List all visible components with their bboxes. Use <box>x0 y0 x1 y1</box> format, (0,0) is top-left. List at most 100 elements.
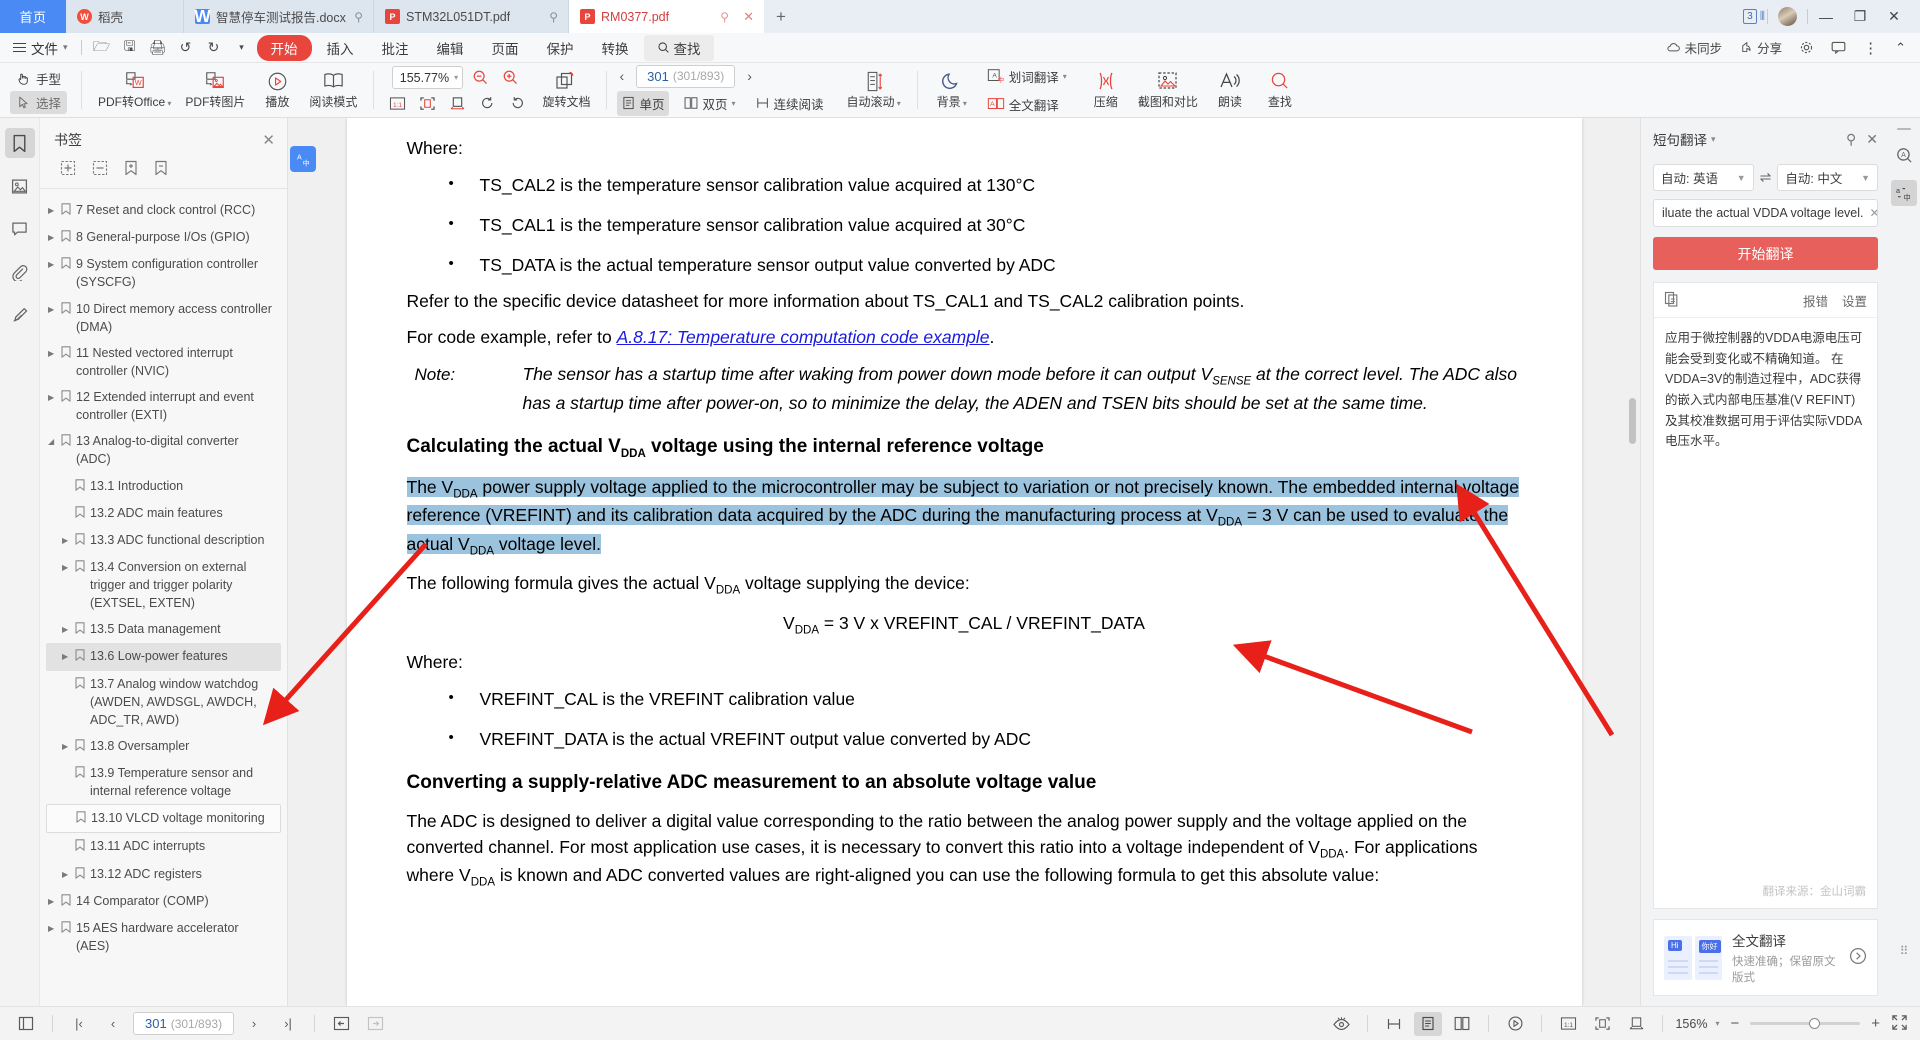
copy-icon[interactable] <box>1664 291 1679 310</box>
fit-page-button[interactable] <box>414 92 440 114</box>
play-button[interactable]: 播放 <box>253 68 301 112</box>
close-panel-icon[interactable]: ✕ <box>262 131 275 149</box>
tab-rm0377-active[interactable]: P RM0377.pdf ⚲ ✕ <box>569 0 764 33</box>
bookmark-item[interactable]: ▶ 10 Direct memory access controller (DMA… <box>46 296 281 340</box>
first-page-button[interactable]: |‹ <box>65 1012 93 1036</box>
actual-size-button[interactable]: 1:1 <box>384 92 410 114</box>
open-folder-icon[interactable]: 🗁 <box>89 36 115 60</box>
bookmark-item[interactable]: ▶ 13.12 ADC registers <box>46 861 281 888</box>
next-page-icon[interactable]: › <box>745 68 754 84</box>
tab-start[interactable]: 开始 <box>256 34 312 61</box>
pin-icon[interactable]: ⚲ <box>549 10 558 24</box>
tab-page[interactable]: 页面 <box>479 35 532 61</box>
rail-bookmarks[interactable] <box>4 128 35 158</box>
toggle-sidebar-button[interactable] <box>12 1012 40 1036</box>
mini-rail-more-icon[interactable]: ⠿ <box>1900 944 1909 958</box>
bookmark-item[interactable]: ◢ 13 Analog-to-digital converter (ADC) <box>46 428 281 472</box>
background-button[interactable]: 背景 ▾ <box>928 68 976 112</box>
page-number-field[interactable]: 301 (301/893) <box>636 64 736 88</box>
status-page-field[interactable]: 301 (301/893) <box>133 1012 235 1035</box>
bookmark-item[interactable]: ▶ 13.8 Oversampler <box>46 733 281 760</box>
rail-comments[interactable] <box>5 214 35 244</box>
compress-button[interactable]: 压缩 <box>1082 68 1130 112</box>
chevron-right-icon[interactable]: ▶ <box>48 892 57 908</box>
more-options-icon[interactable]: ⋮ <box>1856 36 1885 60</box>
continuous-view-button[interactable] <box>1380 1012 1408 1036</box>
prev-page-icon[interactable]: ‹ <box>617 68 626 84</box>
file-menu[interactable]: 文件 ▾ <box>7 38 74 58</box>
pin-icon[interactable]: ⚲ <box>720 10 729 24</box>
rotate-document-button[interactable]: 旋转文档 <box>536 68 596 112</box>
status-zoom-value[interactable]: 156% <box>1675 1017 1707 1031</box>
feedback-button[interactable] <box>1824 38 1853 57</box>
chevron-down-icon[interactable]: ▾ <box>1711 134 1716 145</box>
translate-settings-button[interactable]: 设置 <box>1842 291 1867 310</box>
bookmark-item[interactable]: ▶ 13.5 Data management <box>46 616 281 643</box>
bookmark-item[interactable]: ▶ 15 AES hardware accelerator (AES) <box>46 915 281 959</box>
undo-icon[interactable]: ↺ <box>173 36 199 60</box>
close-panel-icon[interactable]: ✕ <box>1866 131 1878 148</box>
chevron-right-icon[interactable]: ▶ <box>62 558 71 574</box>
bookmark-item[interactable]: 13.9 Temperature sensor and internal ref… <box>46 760 281 804</box>
auto-scroll-button[interactable]: 自动滚动 ▾ <box>841 68 907 112</box>
chevron-right-icon[interactable]: ▶ <box>48 300 57 316</box>
hand-tool[interactable]: 手型 <box>10 67 67 90</box>
add-bookmark-icon[interactable] <box>124 160 138 179</box>
chevron-right-icon[interactable]: ▶ <box>48 228 57 244</box>
mini-rail-translate[interactable]: a 中 <box>1891 180 1917 206</box>
prev-page-button[interactable]: ‹ <box>99 1012 127 1036</box>
mini-rail-search[interactable]: A <box>1891 142 1917 168</box>
tab-find[interactable]: 查找 <box>643 34 714 61</box>
print-icon[interactable]: 🖨 <box>145 36 171 60</box>
restore-button[interactable]: ❐ <box>1844 0 1876 33</box>
fit-page-status-button[interactable] <box>1588 1012 1616 1036</box>
zoom-slider[interactable] <box>1750 1018 1861 1029</box>
read-mode-button[interactable]: 阅读模式 <box>303 68 363 112</box>
double-page-button[interactable]: 双页 ▾ <box>679 91 740 116</box>
zoom-in-button[interactable]: + <box>1868 1015 1883 1032</box>
share-button[interactable]: 分享 <box>1732 35 1789 60</box>
select-tool[interactable]: 选择 <box>10 90 68 114</box>
bookmark-item[interactable]: ▶ 12 Extended interrupt and event control… <box>46 384 281 428</box>
promo-arrow-icon[interactable] <box>1849 947 1867 968</box>
next-page-button[interactable]: › <box>240 1012 268 1036</box>
chevron-down-icon[interactable]: ▾ <box>1715 1019 1719 1028</box>
fullscreen-button[interactable] <box>1891 1014 1908 1034</box>
new-tab-button[interactable]: + <box>764 0 798 33</box>
tab-convert[interactable]: 转换 <box>589 35 642 61</box>
remove-bookmark-icon[interactable] <box>154 160 168 179</box>
settings-button[interactable] <box>1792 37 1821 58</box>
bookmark-item[interactable]: ▶ 13.3 ADC functional description <box>46 527 281 554</box>
chevron-right-icon[interactable]: ▶ <box>62 620 71 636</box>
collapse-ribbon-icon[interactable]: ⌃ <box>1888 37 1913 59</box>
tab-insert[interactable]: 插入 <box>314 35 367 61</box>
close-window-button[interactable]: ✕ <box>1878 0 1910 33</box>
sync-status[interactable]: 未同步 <box>1659 35 1730 60</box>
close-tab-icon[interactable]: ✕ <box>743 9 754 25</box>
redo-icon[interactable]: ↻ <box>201 36 227 60</box>
zoom-in-button[interactable] <box>497 67 523 89</box>
bookmark-item[interactable]: 13.7 Analog window watchdog (AWDEN, AWDS… <box>46 671 281 733</box>
bookmark-item[interactable]: ▶ 9 System configuration controller (SYSC… <box>46 251 281 295</box>
find-toolbar-button[interactable]: 查找 <box>1256 68 1304 112</box>
read-aloud-button[interactable]: 朗读 <box>1206 68 1254 112</box>
bookmark-item[interactable]: 13.11 ADC interrupts <box>46 833 281 860</box>
tab-count-badge[interactable]: 3 <box>1743 9 1757 24</box>
chevron-right-icon[interactable]: ▶ <box>48 255 57 271</box>
screenshot-compare-button[interactable]: 截图和对比 <box>1132 68 1204 112</box>
bookmark-item[interactable]: 13.2 ADC main features <box>46 500 281 527</box>
chevron-right-icon[interactable]: ▶ <box>48 388 57 404</box>
page-scroll-container[interactable]: Where: • TS_CAL2 is the temperature sens… <box>288 118 1640 1006</box>
avatar[interactable] <box>1778 7 1797 26</box>
word-translate-button[interactable]: A 中 划词翻译 ▾ <box>982 64 1072 89</box>
minimize-button[interactable]: — <box>1810 0 1842 33</box>
fit-width-status-button[interactable] <box>1622 1012 1650 1036</box>
go-forward-button[interactable] <box>361 1012 389 1036</box>
tab-docer[interactable]: W 稻壳 <box>66 0 184 33</box>
single-page-button[interactable]: 单页 <box>617 90 670 116</box>
bookmark-item[interactable]: ▶ 11 Nested vectored interrupt controller… <box>46 340 281 384</box>
source-text-field[interactable]: iluate the actual VDDA voltage level. ✕ <box>1653 199 1878 227</box>
chevron-right-icon[interactable]: ▶ <box>62 647 71 663</box>
swap-languages-icon[interactable]: ⇌ <box>1759 169 1773 186</box>
rotate-right-button[interactable] <box>504 92 530 114</box>
